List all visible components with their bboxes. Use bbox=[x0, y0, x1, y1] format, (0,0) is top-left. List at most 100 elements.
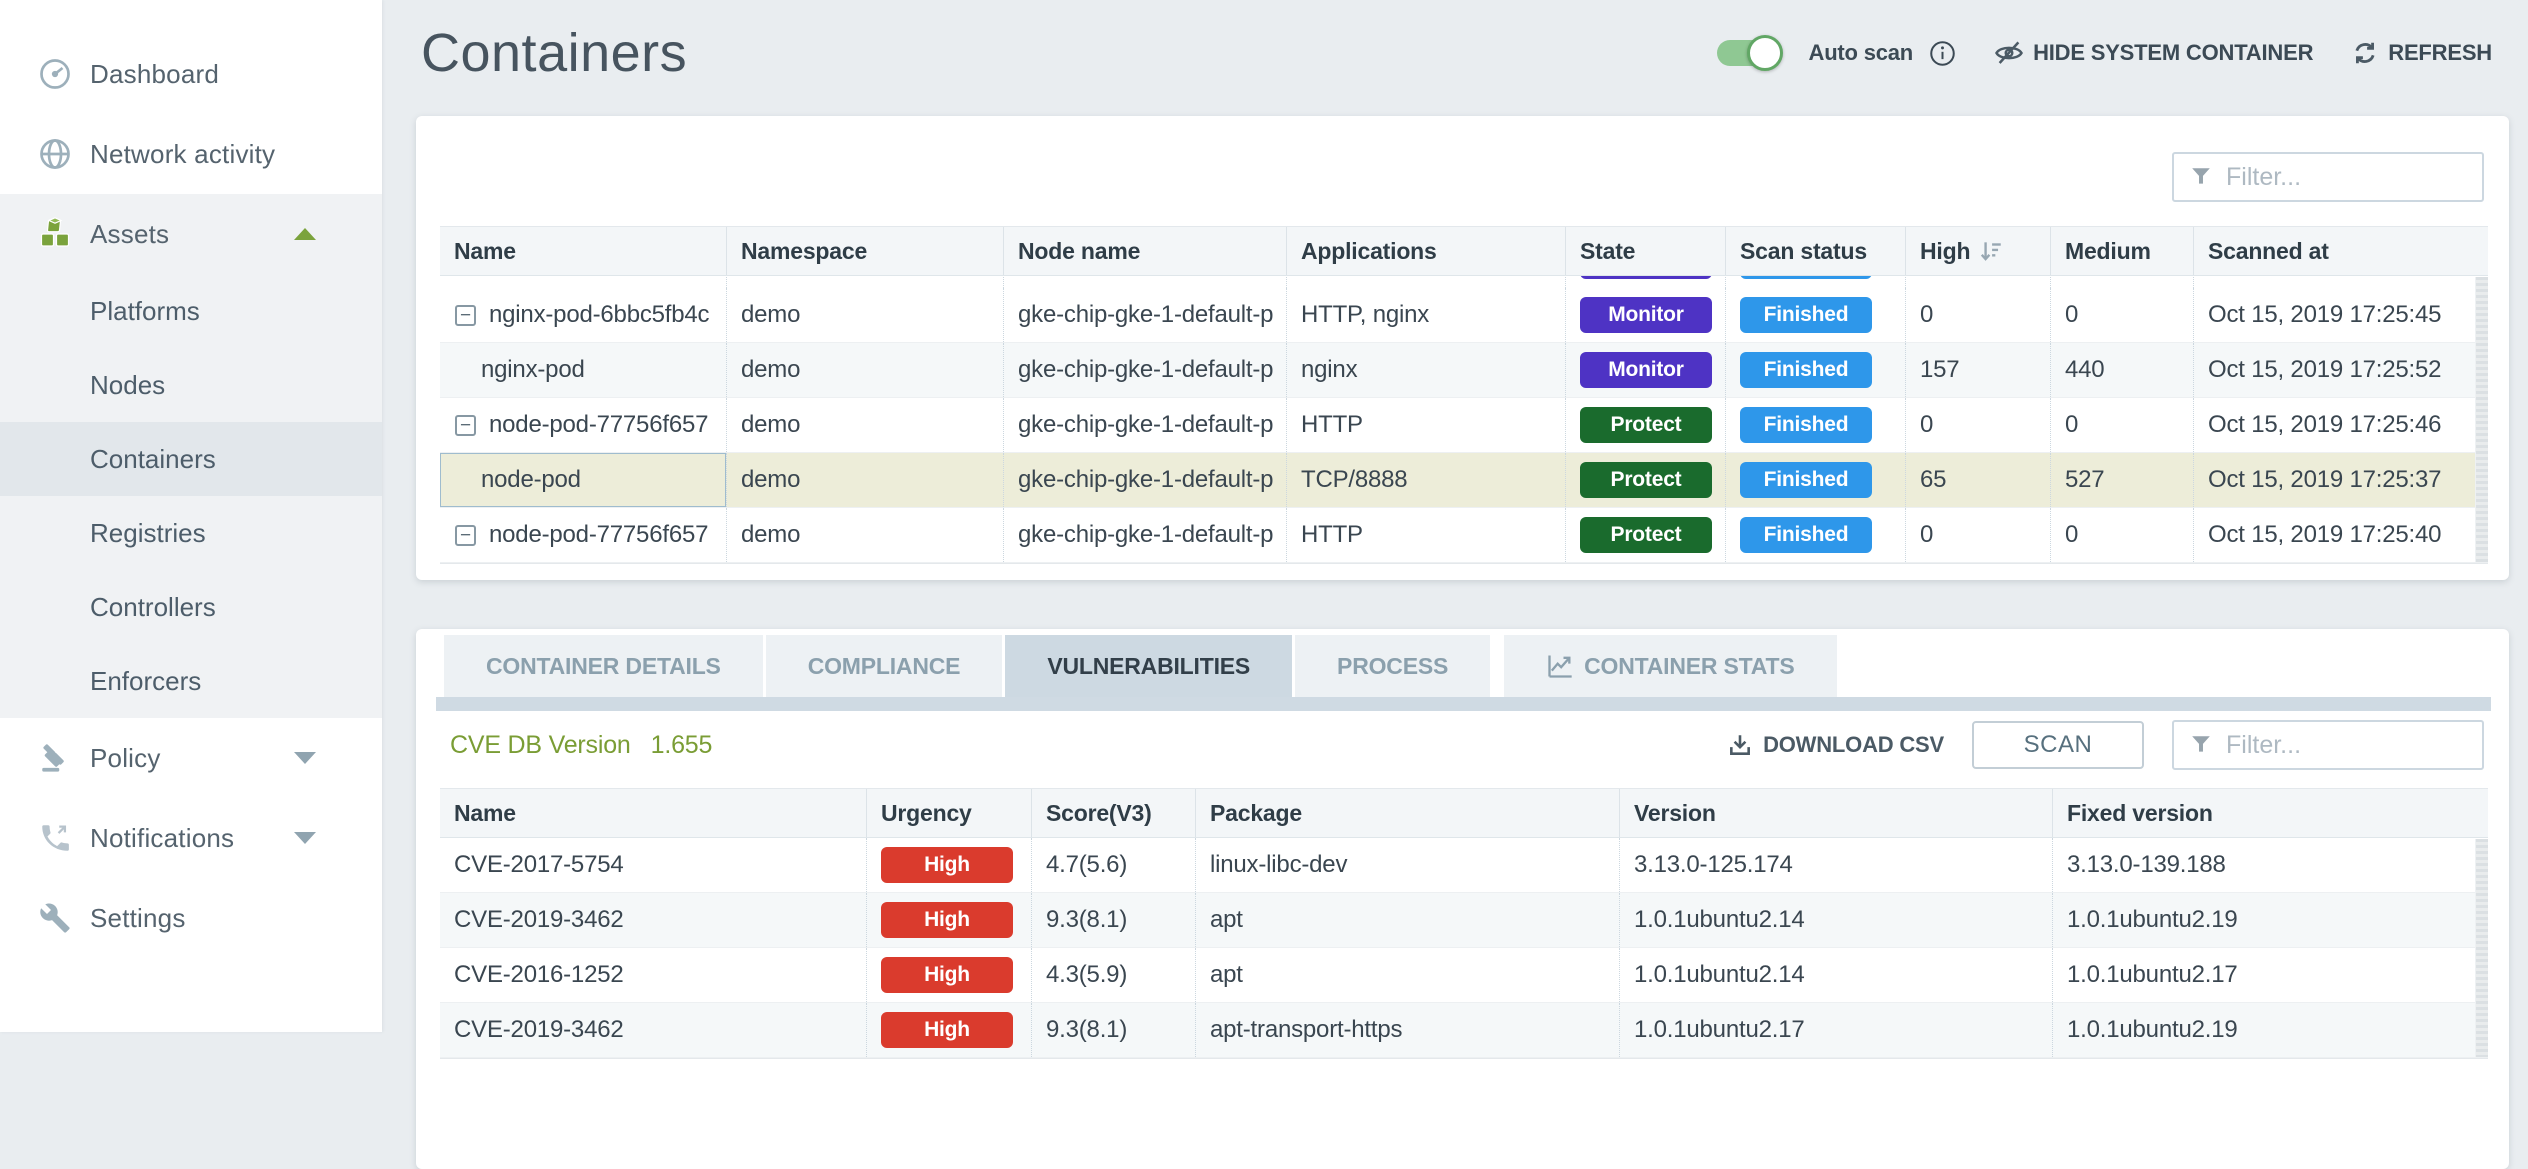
cell-scan-status: Finished bbox=[1726, 276, 1906, 288]
tab-compliance[interactable]: COMPLIANCE bbox=[766, 635, 1003, 697]
column-header-urgency[interactable]: Urgency bbox=[867, 789, 1032, 837]
sidebar-item-controllers[interactable]: Controllers bbox=[0, 570, 382, 644]
column-header-version[interactable]: Version bbox=[1620, 789, 2053, 837]
pod-name: node-pod bbox=[481, 466, 581, 494]
state-badge: Protect bbox=[1580, 462, 1712, 498]
urgency-badge: High bbox=[881, 847, 1013, 883]
tab-container-details[interactable]: CONTAINER DETAILS bbox=[444, 635, 763, 697]
chevron-down-icon bbox=[294, 832, 316, 844]
column-header-scanned-at[interactable]: Scanned at bbox=[2194, 227, 2488, 275]
pods-table-row[interactable]: nginx-poddemogke-chip-gke-1-default-pngi… bbox=[440, 343, 2488, 398]
cell-scanned-at bbox=[2194, 276, 2488, 288]
sidebar-item-dashboard[interactable]: Dashboard bbox=[0, 34, 382, 114]
pods-table-row[interactable]: −node-pod-77756f657demogke-chip-gke-1-de… bbox=[440, 398, 2488, 453]
sidebar: DashboardNetwork activityAssetsPlatforms… bbox=[0, 0, 382, 1032]
column-header-package[interactable]: Package bbox=[1196, 789, 1620, 837]
pod-name: nginx-pod-6bbc5fb4c bbox=[489, 301, 709, 329]
tab-process[interactable]: PROCESS bbox=[1295, 635, 1490, 697]
cell-node-name: gke-chip-gke-1-default-p bbox=[1004, 343, 1287, 397]
cell-high: 157 bbox=[1906, 343, 2051, 397]
column-header-label: Medium bbox=[2065, 238, 2151, 265]
cell-scanned-at: Oct 15, 2019 17:25:45 bbox=[2194, 288, 2488, 342]
sidebar-item-platforms[interactable]: Platforms bbox=[0, 274, 382, 348]
urgency-badge: High bbox=[881, 957, 1013, 993]
pods-filter bbox=[2172, 152, 2484, 202]
download-csv-label: DOWNLOAD CSV bbox=[1763, 732, 1944, 758]
pods-table-row[interactable]: MonitorFinished bbox=[440, 276, 2488, 288]
sidebar-item-registries[interactable]: Registries bbox=[0, 496, 382, 570]
column-header-label: High bbox=[1920, 238, 1970, 265]
pods-table-row[interactable]: −nginx-pod-6bbc5fb4cdemogke-chip-gke-1-d… bbox=[440, 288, 2488, 343]
pods-filter-input[interactable] bbox=[2226, 163, 2466, 192]
cell-medium: 0 bbox=[2051, 288, 2194, 342]
sidebar-item-enforcers[interactable]: Enforcers bbox=[0, 644, 382, 718]
column-header-namespace[interactable]: Namespace bbox=[727, 227, 1004, 275]
info-icon[interactable] bbox=[1929, 40, 1956, 67]
vertical-scrollbar[interactable] bbox=[2475, 839, 2488, 1057]
state-badge: Monitor bbox=[1580, 297, 1712, 333]
cell-applications: nginx bbox=[1287, 343, 1566, 397]
sidebar-item-network-activity[interactable]: Network activity bbox=[0, 114, 382, 194]
chart-icon bbox=[1546, 652, 1574, 680]
cell-package: apt bbox=[1196, 893, 1620, 947]
cell-score: 4.3(5.9) bbox=[1032, 948, 1196, 1002]
column-header-score-v3-[interactable]: Score(V3) bbox=[1032, 789, 1196, 837]
cve-filter-input[interactable] bbox=[2226, 731, 2466, 760]
scan-status-badge: Finished bbox=[1740, 352, 1872, 388]
column-header-fixed-version[interactable]: Fixed version bbox=[2053, 789, 2488, 837]
horizontal-scrollbar[interactable] bbox=[436, 697, 2491, 711]
collapse-icon[interactable]: − bbox=[455, 415, 476, 436]
column-header-label: Applications bbox=[1301, 238, 1437, 265]
column-header-applications[interactable]: Applications bbox=[1287, 227, 1566, 275]
sidebar-item-label: Nodes bbox=[90, 370, 165, 401]
cve-table-row[interactable]: CVE-2017-5754High4.7(5.6)linux-libc-dev3… bbox=[440, 838, 2488, 893]
download-csv-button[interactable]: DOWNLOAD CSV bbox=[1727, 732, 1944, 758]
sidebar-item-settings[interactable]: Settings bbox=[0, 878, 382, 958]
cve-table-row[interactable]: CVE-2016-1252High4.3(5.9)apt1.0.1ubuntu2… bbox=[440, 948, 2488, 1003]
cell-applications bbox=[1287, 276, 1566, 288]
sidebar-item-nodes[interactable]: Nodes bbox=[0, 348, 382, 422]
scan-button[interactable]: SCAN bbox=[1972, 721, 2144, 769]
cell-scan-status: Finished bbox=[1726, 398, 1906, 452]
column-header-scan-status[interactable]: Scan status bbox=[1726, 227, 1906, 275]
cell-package: apt bbox=[1196, 948, 1620, 1002]
cell-scan-status: Finished bbox=[1726, 508, 1906, 562]
cve-table-row[interactable]: CVE-2019-3462High9.3(8.1)apt-transport-h… bbox=[440, 1003, 2488, 1058]
hide-system-container-button[interactable]: HIDE SYSTEM CONTAINER bbox=[1994, 38, 2313, 68]
collapse-icon[interactable]: − bbox=[455, 525, 476, 546]
pods-table-row[interactable]: node-poddemogke-chip-gke-1-default-pTCP/… bbox=[440, 453, 2488, 508]
refresh-button[interactable]: REFRESH bbox=[2351, 39, 2492, 67]
column-header-name[interactable]: Name bbox=[440, 227, 727, 275]
column-header-high[interactable]: High bbox=[1906, 227, 2051, 275]
collapse-icon[interactable]: − bbox=[455, 305, 476, 326]
cell-name: −node-pod-77756f657 bbox=[440, 398, 727, 452]
column-header-state[interactable]: State bbox=[1566, 227, 1726, 275]
pod-name: node-pod-77756f657 bbox=[489, 521, 708, 549]
column-header-name[interactable]: Name bbox=[440, 789, 867, 837]
cell-score: 9.3(8.1) bbox=[1032, 893, 1196, 947]
cve-table-row[interactable]: CVE-2019-3462High9.3(8.1)apt1.0.1ubuntu2… bbox=[440, 893, 2488, 948]
pod-name: nginx-pod bbox=[481, 356, 585, 384]
pods-table-row[interactable]: −node-pod-77756f657demogke-chip-gke-1-de… bbox=[440, 508, 2488, 563]
vertical-scrollbar[interactable] bbox=[2475, 277, 2488, 562]
sidebar-item-policy[interactable]: Policy bbox=[0, 718, 382, 798]
globe-icon bbox=[37, 136, 73, 172]
cell-name: −nginx-pod-6bbc5fb4c bbox=[440, 288, 727, 342]
tab-vulnerabilities[interactable]: VULNERABILITIES bbox=[1005, 635, 1292, 697]
auto-scan-toggle[interactable] bbox=[1717, 38, 1779, 68]
cell-version: 3.13.0-125.174 bbox=[1620, 838, 2053, 892]
auto-scan-label: Auto scan bbox=[1809, 40, 1914, 66]
column-header-medium[interactable]: Medium bbox=[2051, 227, 2194, 275]
sidebar-item-containers[interactable]: Containers bbox=[0, 422, 382, 496]
sidebar-item-assets[interactable]: Assets bbox=[0, 194, 382, 274]
cell-scanned-at: Oct 15, 2019 17:25:46 bbox=[2194, 398, 2488, 452]
tab-label: VULNERABILITIES bbox=[1047, 653, 1250, 680]
cve-db-value: 1.655 bbox=[651, 731, 713, 759]
cve-db-label: CVE DB Version bbox=[450, 731, 631, 759]
sidebar-group-assets: AssetsPlatforms Nodes ContainersRegistries… bbox=[0, 194, 382, 718]
column-header-node-name[interactable]: Node name bbox=[1004, 227, 1287, 275]
cell-fixed-version: 1.0.1ubuntu2.19 bbox=[2053, 893, 2488, 947]
sidebar-item-notifications[interactable]: Notifications bbox=[0, 798, 382, 878]
state-badge: Protect bbox=[1580, 517, 1712, 553]
tab-container-stats[interactable]: CONTAINER STATS bbox=[1504, 635, 1836, 697]
